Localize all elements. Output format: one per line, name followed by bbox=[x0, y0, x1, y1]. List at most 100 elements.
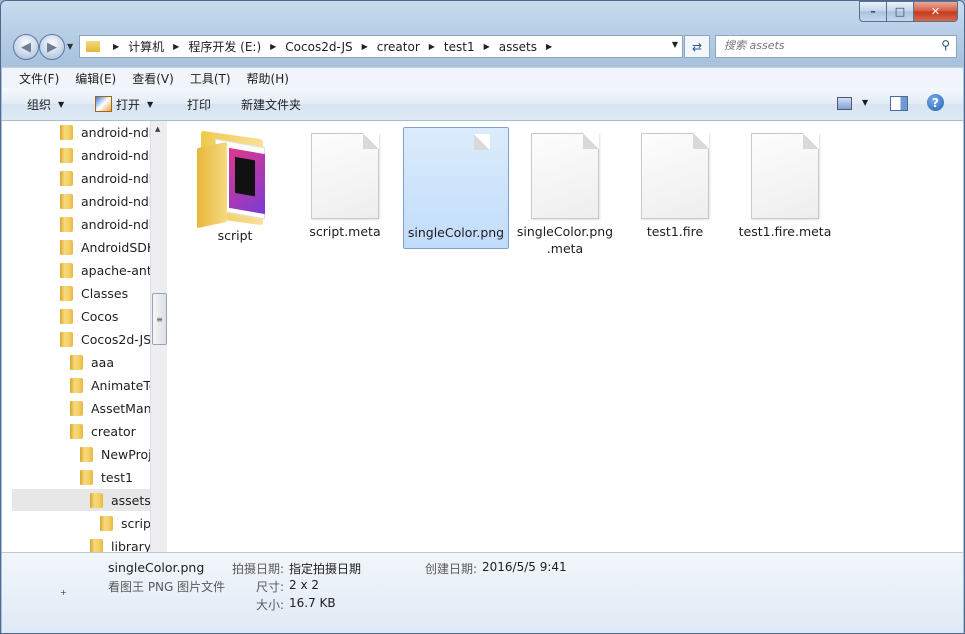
tree-item[interactable]: AndroidSDK bbox=[60, 236, 150, 258]
tree-item-label: android-ndk bbox=[81, 124, 150, 140]
chevron-down-icon: ▼ bbox=[58, 99, 65, 109]
document-icon bbox=[311, 133, 379, 219]
maximize-button[interactable]: □ bbox=[886, 1, 913, 22]
tree-item[interactable]: creator bbox=[70, 420, 136, 442]
tree-item[interactable]: Cocos bbox=[60, 305, 118, 327]
explorer-window: – □ ✕ ◀ ▶ ▼ ▶ 计算机 ▶ 程序开发 (E:) ▶ Cocos2d-JS… bbox=[0, 0, 965, 634]
search-icon[interactable]: ⚲ bbox=[941, 38, 950, 52]
tree-item[interactable]: AnimateTe bbox=[70, 374, 150, 396]
tree-item-label: assets bbox=[111, 492, 150, 508]
breadcrumb-item[interactable]: creator bbox=[377, 40, 420, 54]
tree-item[interactable]: library bbox=[90, 535, 150, 552]
file-name: script bbox=[217, 228, 253, 243]
menu-tools[interactable]: 工具(T) bbox=[182, 70, 239, 87]
menu-edit[interactable]: 编辑(E) bbox=[67, 70, 124, 87]
help-icon[interactable]: ? bbox=[927, 94, 944, 111]
refresh-icon: ⇄ bbox=[691, 39, 703, 54]
tree-item-label: apache-ant- bbox=[81, 262, 150, 278]
tree-item[interactable]: AssetMana bbox=[70, 397, 150, 419]
chevron-right-icon[interactable]: ▶ bbox=[484, 42, 490, 51]
organize-button[interactable]: 组织 ▼ bbox=[27, 96, 64, 113]
menu-file[interactable]: 文件(F) bbox=[2, 70, 67, 87]
folder-icon bbox=[90, 538, 103, 552]
tree-item[interactable]: script bbox=[100, 512, 150, 534]
breadcrumb-item[interactable]: assets bbox=[499, 40, 537, 54]
address-dropdown-icon[interactable]: ▼ bbox=[672, 40, 678, 49]
tree-item-label: android-ndk bbox=[81, 193, 150, 209]
file-item-singlecolor-png-meta[interactable]: singleColor.png .meta bbox=[513, 127, 617, 256]
menu-help[interactable]: 帮助(H) bbox=[239, 70, 297, 87]
tree-item[interactable]: android-ndk bbox=[60, 144, 150, 166]
tree-item[interactable]: test1 bbox=[80, 466, 133, 488]
new-folder-button[interactable]: 新建文件夹 bbox=[241, 96, 301, 113]
refresh-button[interactable]: ⇄ bbox=[684, 35, 710, 58]
tree-item[interactable]: android-ndk bbox=[60, 167, 150, 189]
file-item-test1-fire-meta[interactable]: test1.fire.meta bbox=[733, 127, 837, 247]
file-item-script-meta[interactable]: script.meta bbox=[293, 127, 397, 247]
file-item-script[interactable]: script bbox=[183, 127, 287, 247]
chevron-right-icon[interactable]: ▶ bbox=[362, 42, 368, 51]
scrollbar-thumb[interactable]: ≡ bbox=[152, 293, 167, 345]
tree-item[interactable]: Classes bbox=[60, 282, 128, 304]
tree-item[interactable]: apache-ant- bbox=[60, 259, 150, 281]
forward-button[interactable]: ▶ bbox=[39, 34, 65, 60]
chevron-right-icon[interactable]: ▶ bbox=[173, 42, 179, 51]
file-item-singlecolor-png[interactable]: singleColor.png bbox=[403, 127, 509, 249]
address-bar[interactable]: ▶ 计算机 ▶ 程序开发 (E:) ▶ Cocos2d-JS ▶ creator ▶ t… bbox=[79, 35, 683, 58]
chevron-right-icon[interactable]: ▶ bbox=[270, 42, 276, 51]
dimensions-value: 2 x 2 bbox=[289, 578, 319, 592]
navigation-pane-scrollbar[interactable]: ▲ ≡ bbox=[150, 121, 167, 552]
folder-icon bbox=[90, 492, 103, 508]
tree-item-label: android-ndk bbox=[81, 147, 150, 163]
thumbnail-icon: + bbox=[60, 588, 67, 597]
tree-item[interactable]: android-ndk bbox=[60, 121, 150, 143]
menu-view[interactable]: 查看(V) bbox=[124, 70, 182, 87]
menu-bar: 文件(F) 编辑(E) 查看(V) 工具(T) 帮助(H) bbox=[2, 67, 963, 88]
back-button[interactable]: ◀ bbox=[13, 34, 39, 60]
caption-buttons: – □ ✕ bbox=[859, 1, 958, 22]
close-button[interactable]: ✕ bbox=[913, 1, 958, 22]
file-name: test1.fire bbox=[646, 224, 704, 239]
preview-pane-icon[interactable] bbox=[890, 96, 908, 111]
size-value: 16.7 KB bbox=[289, 596, 336, 610]
breadcrumb-item[interactable]: Cocos2d-JS bbox=[285, 40, 352, 54]
tree-item-label: test1 bbox=[101, 469, 133, 485]
document-icon bbox=[531, 133, 599, 219]
chevron-right-icon[interactable]: ▶ bbox=[429, 42, 435, 51]
tree-item-label: android-ndk bbox=[81, 216, 150, 232]
minimize-button[interactable]: – bbox=[859, 1, 886, 22]
folder-icon bbox=[100, 515, 113, 531]
file-item-test1-fire[interactable]: test1.fire bbox=[623, 127, 727, 247]
scroll-up-icon[interactable]: ▲ bbox=[155, 125, 160, 133]
tree-item[interactable]: android-ndk bbox=[60, 213, 150, 235]
tree-item[interactable]: NewProj bbox=[80, 443, 150, 465]
open-button[interactable]: 打开 ▼ bbox=[95, 96, 153, 113]
tree-item-label: Classes bbox=[81, 285, 129, 301]
breadcrumb-item[interactable]: test1 bbox=[444, 40, 475, 54]
folder-icon bbox=[86, 41, 100, 52]
change-view-icon[interactable] bbox=[837, 97, 852, 110]
chevron-right-icon[interactable]: ▶ bbox=[546, 42, 552, 51]
tree-item[interactable]: aaa bbox=[70, 351, 114, 373]
chevron-right-icon[interactable]: ▶ bbox=[113, 42, 119, 51]
organize-label: 组织 bbox=[27, 97, 52, 112]
date-taken-value[interactable]: 指定拍摄日期 bbox=[289, 560, 361, 577]
tree-item-assets[interactable]: assets bbox=[12, 489, 150, 511]
breadcrumb-item[interactable]: 计算机 bbox=[128, 38, 164, 55]
recent-pages-dropdown[interactable]: ▼ bbox=[67, 42, 73, 51]
tree-item-label: creator bbox=[91, 423, 136, 439]
view-options-dropdown[interactable]: ▼ bbox=[862, 98, 868, 107]
tree-item[interactable]: android-ndk bbox=[60, 190, 150, 212]
folder-icon bbox=[60, 124, 73, 140]
folder-icon bbox=[70, 400, 83, 416]
date-taken-label: 拍摄日期: bbox=[232, 562, 285, 576]
breadcrumb-item[interactable]: 程序开发 (E:) bbox=[188, 38, 261, 55]
created-date-label: 创建日期: bbox=[425, 562, 478, 576]
search-input[interactable] bbox=[716, 36, 924, 55]
navigation-pane: android-ndk android-ndk android-ndk andr… bbox=[2, 121, 150, 552]
tree-item-label: library bbox=[111, 538, 150, 553]
print-button[interactable]: 打印 bbox=[187, 96, 211, 113]
search-box[interactable]: ⚲ bbox=[715, 35, 957, 58]
folder-icon bbox=[80, 446, 93, 462]
tree-item[interactable]: Cocos2d-JS bbox=[60, 328, 150, 350]
